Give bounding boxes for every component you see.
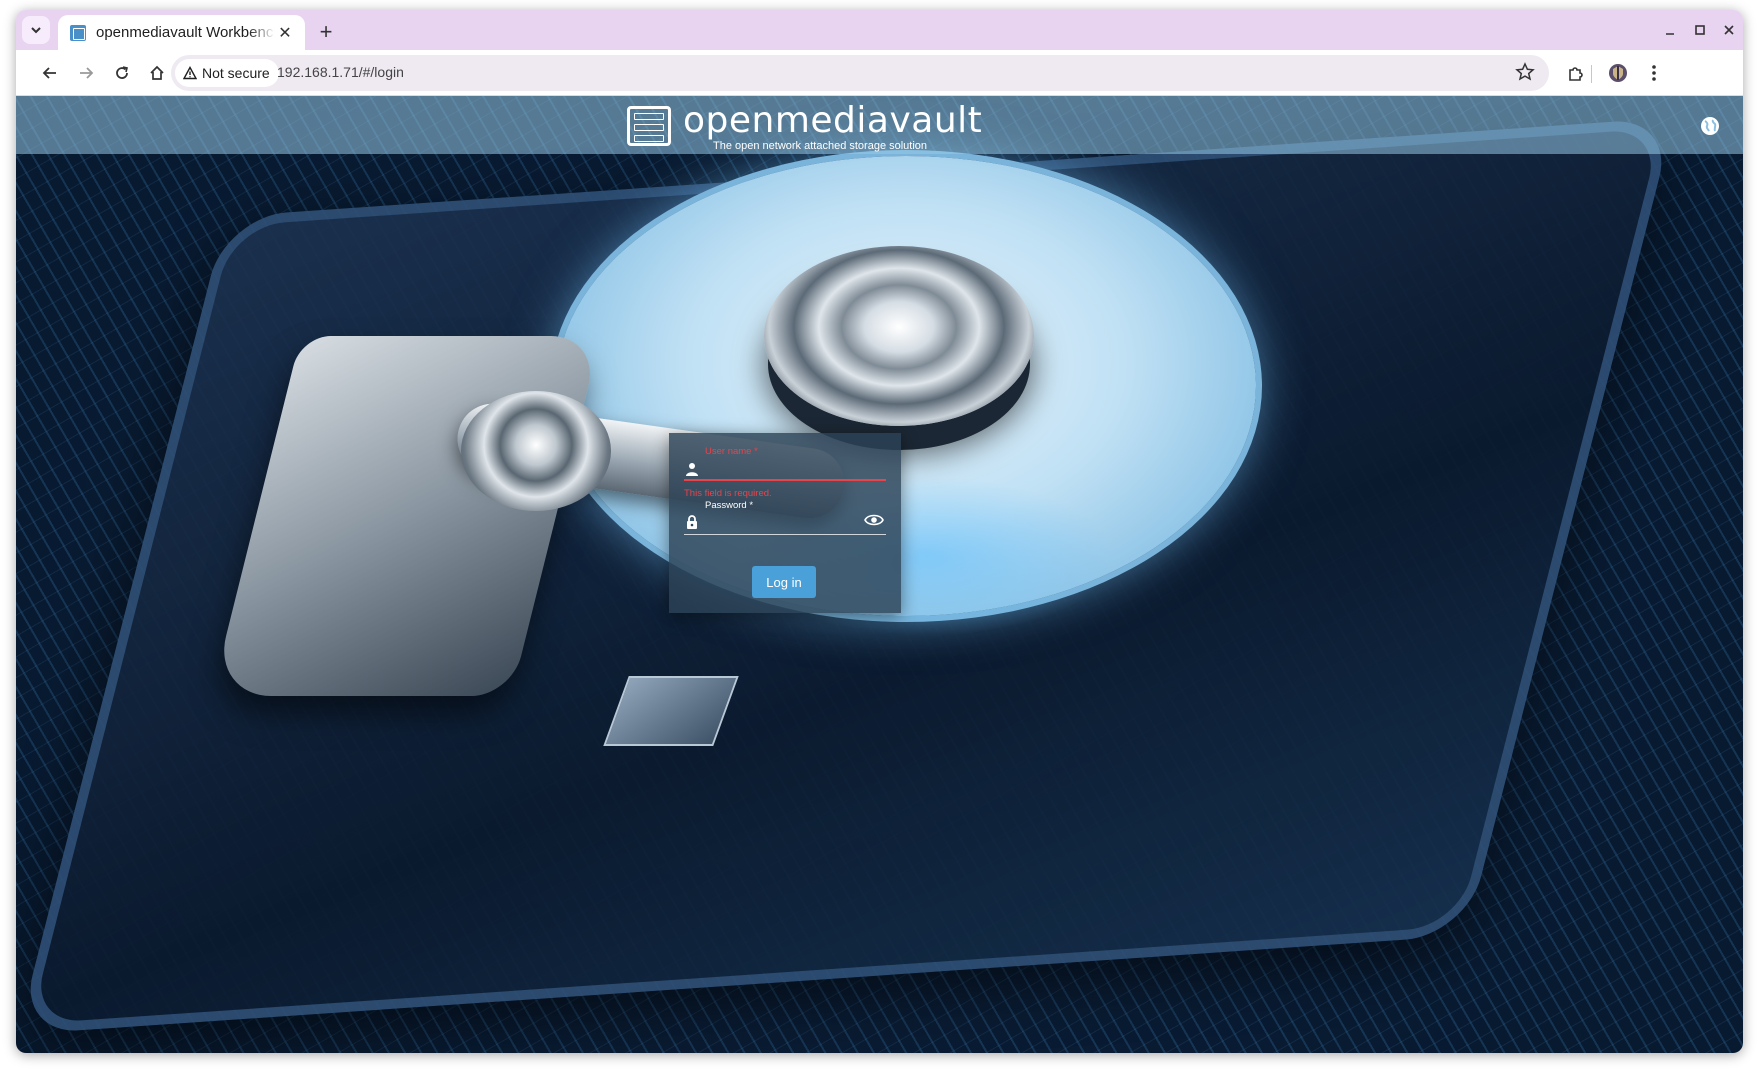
home-button[interactable] [143,59,171,87]
lock-icon [687,515,697,529]
app-logo: openmediavault The open network attached… [627,100,983,152]
app-name: openmediavault [683,100,983,141]
maximize-icon [1695,25,1705,35]
password-label: Password * [705,500,754,511]
server-icon [627,106,671,146]
login-form: User name * This field is required. Pass… [669,433,901,613]
arrow-right-icon [80,67,94,79]
chevron-down-icon [31,27,41,34]
person-icon [686,463,698,476]
language-button[interactable] [1699,115,1721,137]
star-icon [1515,62,1535,81]
extensions-button[interactable] [1562,59,1590,87]
password-underline [684,534,886,535]
username-underline [684,479,886,481]
warning-icon [183,66,197,80]
tab-close-icon[interactable]: ✕ [275,23,295,43]
browser-tab[interactable]: openmediavault Workbench ✕ [58,15,305,50]
close-icon [1724,25,1734,35]
security-indicator[interactable]: Not secure [175,59,279,87]
tab-title: openmediavault Workbench [96,24,275,41]
address-bar[interactable]: Not secure 192.168.1.71/#/login [171,55,1549,91]
new-tab-button[interactable]: + [314,19,338,44]
profile-button[interactable] [1604,59,1632,87]
url-text[interactable]: 192.168.1.71/#/login [277,64,404,80]
drive-spindle-image [764,246,1034,426]
home-icon [150,65,164,80]
puzzle-icon [1569,67,1583,81]
tab-strip: openmediavault Workbench ✕ + [16,10,1743,50]
eye-icon[interactable] [864,512,884,528]
minimize-icon [1666,33,1674,35]
drive-pivot-image [461,391,611,511]
toolbar-separator [1591,65,1592,83]
app-tagline: The open network attached storage soluti… [713,140,928,152]
kebab-menu-icon [1652,65,1656,81]
avatar-icon [1609,64,1627,82]
login-button[interactable]: Log in [752,566,816,598]
omv-favicon-icon [70,24,86,41]
minimize-button[interactable] [1656,18,1684,42]
security-label: Not secure [202,65,270,81]
username-field[interactable]: User name * [684,443,886,483]
browser-toolbar: Not secure 192.168.1.71/#/login [16,50,1743,96]
browser-window: openmediavault Workbench ✕ + Not secure … [16,10,1743,1053]
tab-search-button[interactable] [22,16,50,44]
password-field[interactable]: Password * [684,497,886,537]
back-button[interactable] [36,59,64,87]
login-page: openmediavault The open network attached… [16,96,1743,1053]
globe-icon [1701,117,1719,135]
maximize-button[interactable] [1686,18,1714,42]
app-header: openmediavault The open network attached… [16,96,1743,154]
username-label: User name * [705,446,758,457]
forward-button[interactable] [72,59,100,87]
reload-button[interactable] [108,59,136,87]
browser-menu-button[interactable] [1640,59,1668,87]
close-window-button[interactable] [1715,18,1743,42]
reload-icon [116,66,128,79]
bookmark-button[interactable] [1515,62,1535,87]
arrow-left-icon [42,67,56,79]
